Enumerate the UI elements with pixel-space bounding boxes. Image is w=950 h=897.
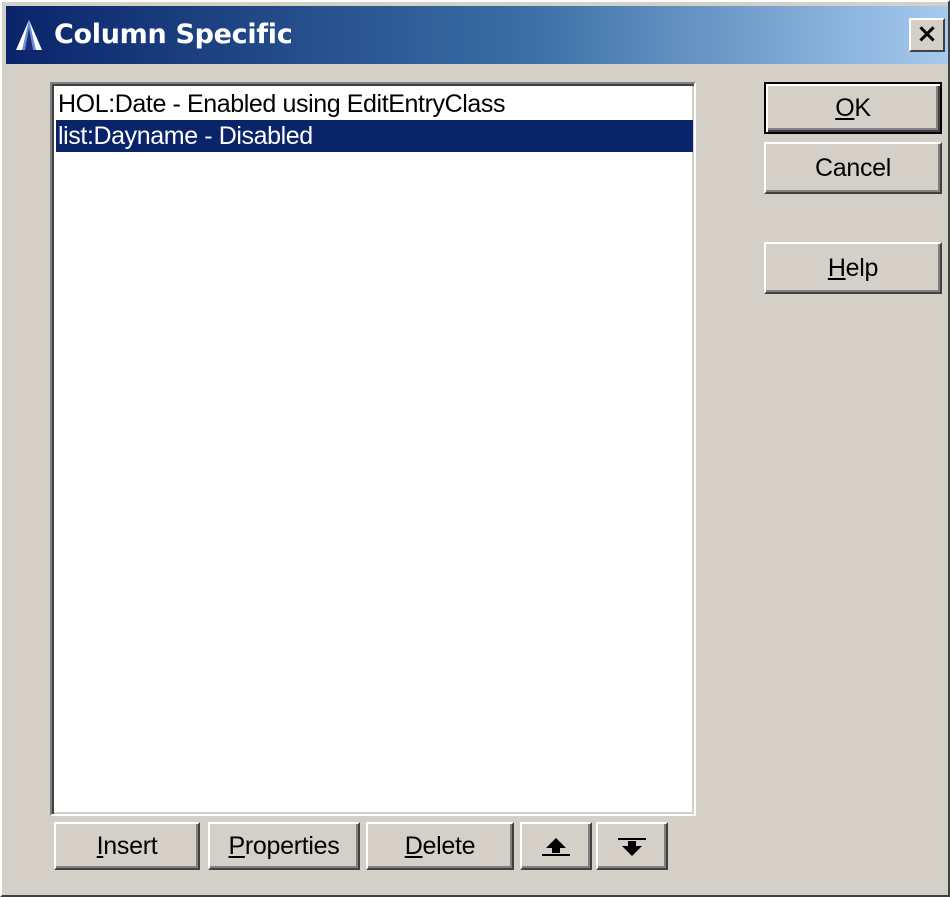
delete-button[interactable]: Delete (366, 822, 514, 870)
column-specific-dialog: Column Specific × HOL:Date - Enabled usi… (0, 0, 950, 897)
app-icon (16, 20, 42, 50)
title-bar[interactable]: Column Specific × (6, 6, 948, 64)
move-up-button[interactable] (520, 822, 592, 870)
cancel-button[interactable]: Cancel (764, 142, 942, 194)
close-icon: × (916, 19, 938, 49)
column-list[interactable]: HOL:Date - Enabled using EditEntryClass … (50, 82, 696, 816)
list-item[interactable]: HOL:Date - Enabled using EditEntryClass (56, 88, 693, 120)
list-item-label: HOL:Date - Enabled using EditEntryClass (58, 90, 506, 118)
move-down-button[interactable] (596, 822, 668, 870)
window-title: Column Specific (54, 19, 293, 50)
properties-button[interactable]: Properties (208, 822, 360, 870)
close-button[interactable]: × (909, 18, 945, 52)
move-down-icon (618, 837, 646, 856)
insert-button[interactable]: Insert (54, 822, 200, 870)
help-button[interactable]: Help (764, 242, 942, 294)
list-item-selected[interactable]: list:Dayname - Disabled (56, 120, 693, 152)
move-up-icon (542, 837, 570, 856)
list-item-label: list:Dayname - Disabled (58, 122, 313, 150)
ok-button[interactable]: OK (764, 82, 942, 134)
